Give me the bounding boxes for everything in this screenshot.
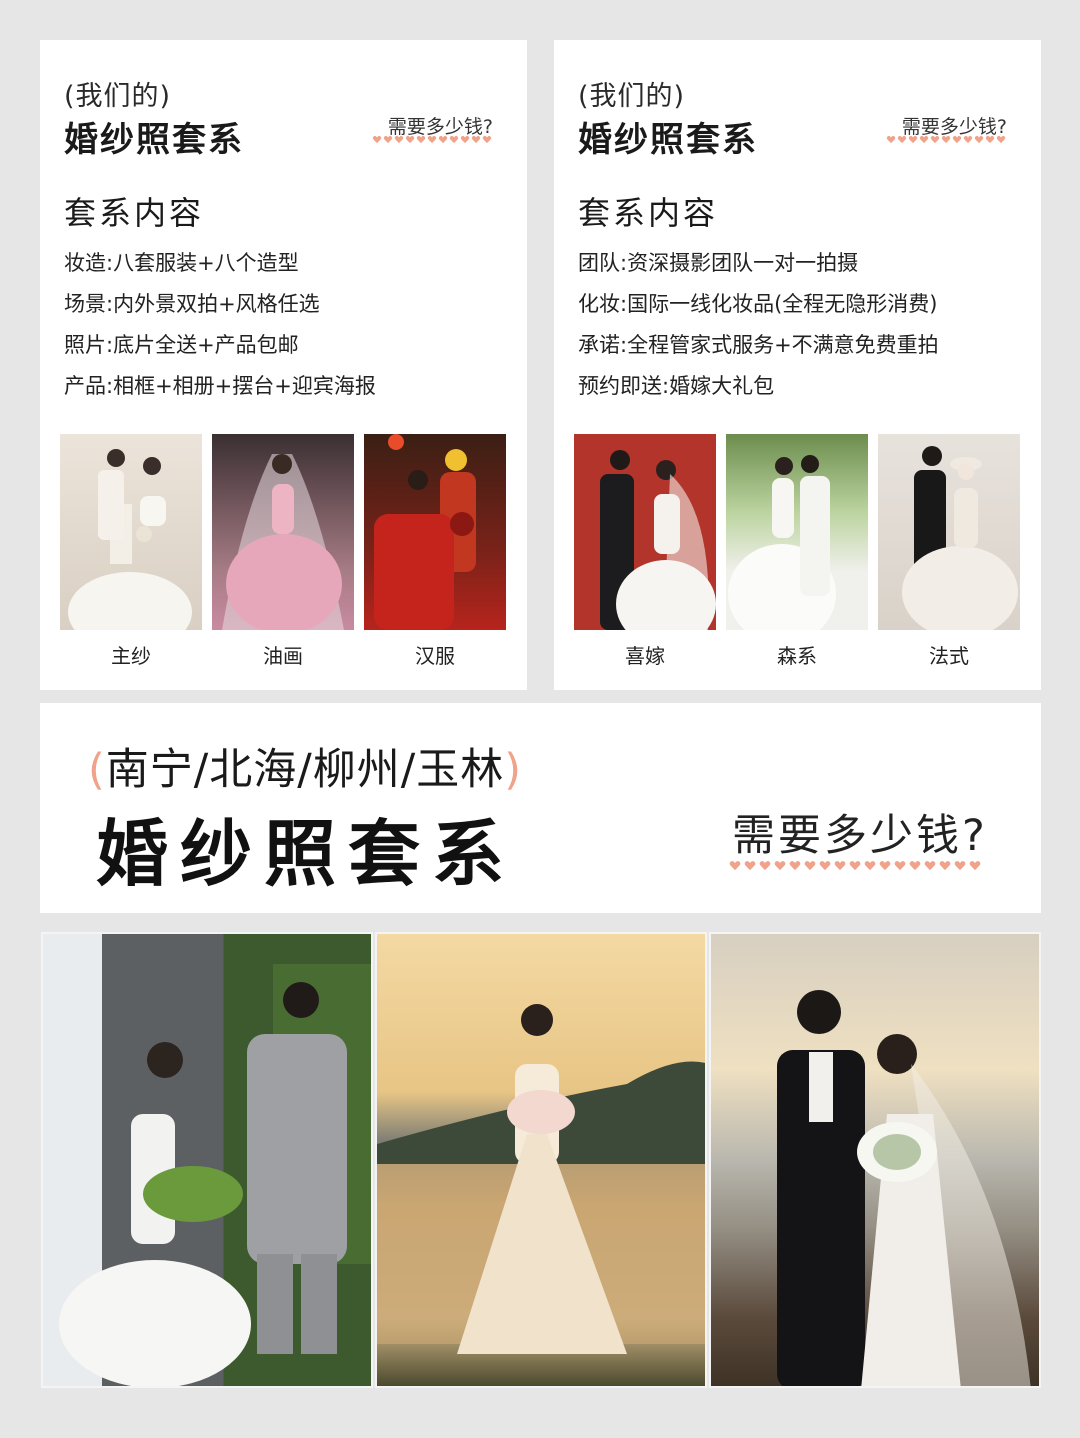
style-photo <box>60 434 202 630</box>
feature-item: 化妆:国际一线化妆品(全程无隐形消费) <box>578 292 938 316</box>
open-paren: ( <box>88 745 106 795</box>
style-caption: 主纱 <box>111 644 151 668</box>
feature-item: 照片:底片全送+产品包邮 <box>64 333 299 357</box>
style-caption: 法式 <box>929 644 969 668</box>
heart-divider <box>373 136 491 144</box>
style-caption: 森系 <box>777 644 817 668</box>
style-photo-item[interactable]: 汉服 <box>364 434 506 669</box>
style-photo-item[interactable]: 法式 <box>878 434 1020 669</box>
close-paren: ) <box>504 745 523 795</box>
feature-item: 妆造:八套服装+八个造型 <box>64 251 299 275</box>
package-card-right: (我们的) 婚纱照套系 需要多少钱? 套系内容 团队:资深摄影团队一对一拍摄 化… <box>554 40 1041 690</box>
banner-price-question: 需要多少钱? <box>732 811 988 861</box>
couple-seaside-photo <box>709 932 1041 1388</box>
feature-list: 团队:资深摄影团队一对一拍摄 化妆:国际一线化妆品(全程无隐形消费) 承诺:全程… <box>578 243 939 407</box>
feature-item: 承诺:全程管家式服务+不满意免费重拍 <box>578 333 939 357</box>
section-title: 套系内容 <box>64 194 205 232</box>
feature-item: 场景:内外景双拍+风格任选 <box>64 292 320 316</box>
banner-cities: (南宁/北海/柳州/玉林) <box>88 735 522 797</box>
feature-item: 产品:相框+相册+摆台+迎宾海报 <box>64 374 376 398</box>
couple-photo-studio <box>41 932 373 1388</box>
card-subtitle: (我们的) <box>578 81 686 112</box>
style-photo <box>878 434 1020 630</box>
style-photo-item[interactable]: 油画 <box>212 434 354 669</box>
banner-title: 婚纱照套系 <box>96 812 517 896</box>
card-title: 婚纱照套系 <box>578 120 758 160</box>
city-banner: (南宁/北海/柳州/玉林) 婚纱照套系 需要多少钱? <box>40 703 1041 913</box>
style-photo <box>364 434 506 630</box>
feature-list: 妆造:八套服装+八个造型 场景:内外景双拍+风格任选 照片:底片全送+产品包邮 … <box>64 243 376 407</box>
style-photo <box>574 434 716 630</box>
heart-divider <box>887 136 1005 144</box>
style-photo <box>212 434 354 630</box>
style-photo-row: 喜嫁 森系 法式 <box>574 434 1020 669</box>
city-list: 南宁/北海/柳州/玉林 <box>105 745 505 795</box>
style-photo-row: 主纱 油画 汉服 <box>60 434 506 669</box>
section-title: 套系内容 <box>578 194 719 232</box>
card-title: 婚纱照套系 <box>64 120 244 160</box>
feature-item: 团队:资深摄影团队一对一拍摄 <box>578 251 859 275</box>
style-caption: 汉服 <box>415 644 455 668</box>
feature-item: 预约即送:婚嫁大礼包 <box>578 374 775 398</box>
card-subtitle: (我们的) <box>64 81 172 112</box>
bride-sunset-photo <box>375 932 707 1388</box>
heart-divider <box>730 861 1005 871</box>
style-photo-item[interactable]: 主纱 <box>60 434 202 669</box>
style-caption: 油画 <box>263 644 303 668</box>
style-photo-item[interactable]: 喜嫁 <box>574 434 716 669</box>
style-caption: 喜嫁 <box>625 644 665 668</box>
package-card-left: (我们的) 婚纱照套系 需要多少钱? 套系内容 妆造:八套服装+八个造型 场景:… <box>40 40 527 690</box>
style-photo <box>726 434 868 630</box>
style-photo-item[interactable]: 森系 <box>726 434 868 669</box>
